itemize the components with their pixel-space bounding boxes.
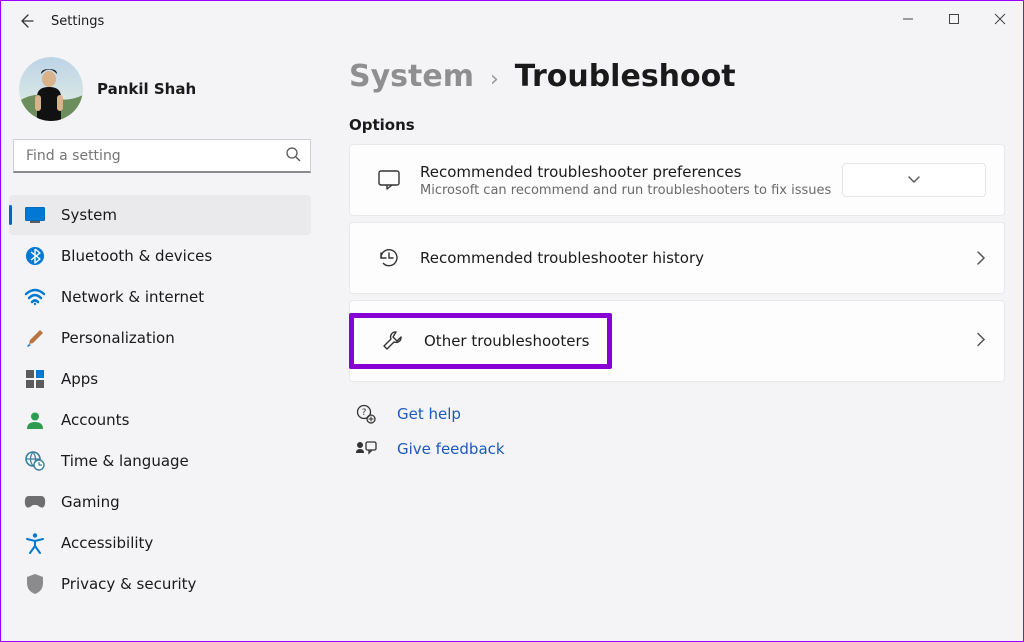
- sidebar-item-apps[interactable]: Apps: [9, 359, 311, 399]
- sidebar-item-network[interactable]: Network & internet: [9, 277, 311, 317]
- sidebar-item-label: Accounts: [61, 411, 129, 429]
- give-feedback-row[interactable]: Give feedback: [349, 440, 1005, 458]
- apps-icon: [25, 369, 45, 389]
- chevron-down-icon: [908, 176, 920, 184]
- sidebar-item-privacy[interactable]: Privacy & security: [9, 564, 311, 604]
- breadcrumb-parent[interactable]: System: [349, 59, 474, 94]
- chevron-right-icon: [976, 333, 986, 347]
- sidebar-item-label: Gaming: [61, 493, 120, 511]
- maximize-icon: [948, 13, 960, 25]
- sidebar-item-bluetooth[interactable]: Bluetooth & devices: [9, 236, 311, 276]
- highlight-annotation: Other troubleshooters: [349, 313, 612, 369]
- search-input[interactable]: [13, 139, 311, 173]
- card-troubleshooter-preferences[interactable]: Recommended troubleshooter preferences M…: [349, 144, 1005, 216]
- sidebar: Pankil Shah System Bluetooth & devices: [1, 41, 319, 641]
- bluetooth-icon: [25, 246, 45, 266]
- sidebar-item-label: Privacy & security: [61, 575, 196, 593]
- card-subtitle: Microsoft can recommend and run troubles…: [420, 183, 836, 198]
- maximize-button[interactable]: [931, 1, 977, 37]
- preferences-dropdown[interactable]: [842, 163, 986, 197]
- feedback-icon: [355, 440, 377, 458]
- gamepad-icon: [25, 492, 45, 512]
- wifi-icon: [25, 287, 45, 307]
- chevron-right-icon: ›: [490, 67, 499, 92]
- sidebar-item-label: System: [61, 206, 117, 224]
- sidebar-item-gaming[interactable]: Gaming: [9, 482, 311, 522]
- card-title: Recommended troubleshooter history: [420, 249, 836, 267]
- sidebar-item-time-language[interactable]: Time & language: [9, 441, 311, 481]
- sidebar-item-label: Personalization: [61, 329, 175, 347]
- wrench-icon: [372, 330, 414, 352]
- card-title: Other troubleshooters: [424, 332, 589, 350]
- search-icon: [285, 146, 301, 166]
- help-icon: ?: [355, 404, 377, 424]
- chevron-right-icon: [976, 251, 986, 265]
- sidebar-item-personalization[interactable]: Personalization: [9, 318, 311, 358]
- sidebar-item-label: Bluetooth & devices: [61, 247, 212, 265]
- back-arrow-icon: [18, 13, 34, 29]
- history-icon: [368, 247, 410, 269]
- sidebar-item-accounts[interactable]: Accounts: [9, 400, 311, 440]
- profile-block[interactable]: Pankil Shah: [19, 57, 319, 121]
- sidebar-item-label: Time & language: [61, 452, 189, 470]
- chat-bubble-icon: [368, 170, 410, 190]
- svg-text:?: ?: [362, 408, 367, 418]
- nav-list: System Bluetooth & devices Network & int…: [9, 195, 319, 604]
- help-links: ? Get help Give feedback: [349, 404, 1005, 458]
- sidebar-item-accessibility[interactable]: Accessibility: [9, 523, 311, 563]
- breadcrumb: System › Troubleshoot: [349, 59, 1005, 94]
- close-button[interactable]: [977, 1, 1023, 37]
- card-other-troubleshooters[interactable]: Other troubleshooters: [349, 300, 1005, 382]
- paintbrush-icon: [25, 328, 45, 348]
- card-title: Recommended troubleshooter preferences: [420, 163, 836, 181]
- search-box[interactable]: [13, 139, 311, 173]
- get-help-link[interactable]: Get help: [397, 405, 461, 423]
- user-name: Pankil Shah: [97, 80, 196, 98]
- sidebar-item-label: Accessibility: [61, 534, 153, 552]
- shield-icon: [25, 574, 45, 594]
- globe-clock-icon: [25, 451, 45, 471]
- page-title: Troubleshoot: [515, 59, 736, 94]
- title-bar: Settings: [1, 1, 1023, 41]
- sidebar-item-label: Apps: [61, 370, 98, 388]
- window-controls: [885, 1, 1023, 37]
- sidebar-item-label: Network & internet: [61, 288, 204, 306]
- person-icon: [25, 410, 45, 430]
- accessibility-icon: [25, 533, 45, 553]
- get-help-row[interactable]: ? Get help: [349, 404, 1005, 424]
- section-label: Options: [349, 116, 1005, 134]
- minimize-icon: [902, 13, 914, 25]
- system-icon: [25, 205, 45, 225]
- close-icon: [994, 13, 1006, 25]
- window-title: Settings: [51, 14, 104, 29]
- sidebar-item-system[interactable]: System: [9, 195, 311, 235]
- back-button[interactable]: [11, 6, 41, 36]
- card-troubleshooter-history[interactable]: Recommended troubleshooter history: [349, 222, 1005, 294]
- minimize-button[interactable]: [885, 1, 931, 37]
- give-feedback-link[interactable]: Give feedback: [397, 440, 505, 458]
- avatar: [19, 57, 83, 121]
- main-content: System › Troubleshoot Options Recommende…: [319, 41, 1023, 641]
